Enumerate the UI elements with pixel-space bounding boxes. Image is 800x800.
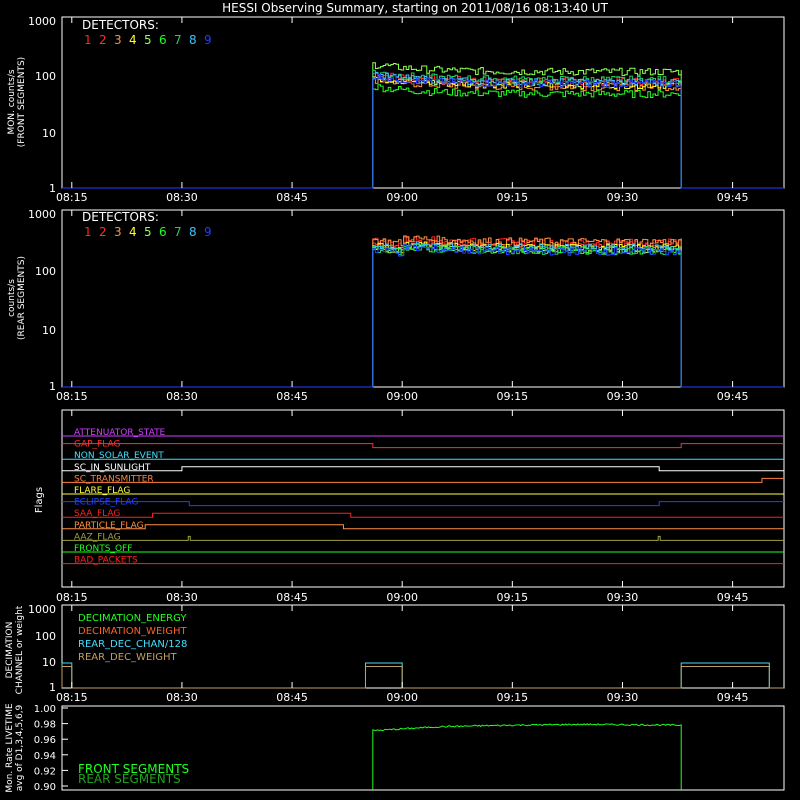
front-ytick-10: 10: [42, 127, 56, 140]
front-xtick-label: 09:15: [496, 191, 528, 204]
rear-legend-title: DETECTORS:: [82, 210, 159, 224]
rear-legend-digits: 123456789: [84, 225, 212, 239]
rear-detector-digit: 6: [159, 225, 167, 239]
livetime-ylabel-line2: avg of D1,3,4,5,6,9: [15, 704, 25, 791]
rear-xtick-label: 08:15: [56, 390, 88, 403]
front-detector-digit: 4: [129, 33, 137, 47]
hessi-summary-plot: HESSI Observing Summary, starting on 201…: [0, 0, 800, 800]
decimation-legend-item: DECIMATION_ENERGY: [78, 613, 187, 624]
livetime-ytick-label: 0.96: [34, 735, 56, 746]
decimation-xtick-label: 09:45: [717, 691, 749, 704]
flags-xtick-label: 08:30: [166, 591, 198, 604]
front-detector-digit: 2: [99, 33, 107, 47]
front-legend-digits: 123456789: [84, 33, 212, 47]
flag-label: SC_TRANSMITTER: [74, 474, 154, 484]
front-legend-title: DETECTORS:: [82, 18, 159, 32]
plot-title: HESSI Observing Summary, starting on 201…: [222, 1, 608, 15]
flags-xtick-label: 09:00: [386, 591, 418, 604]
rear-ytick-10: 10: [42, 324, 56, 337]
rear-ytick-100: 100: [35, 265, 56, 278]
rear-xtick-label: 09:45: [717, 390, 749, 403]
rear-detector-digit: 9: [204, 225, 212, 239]
decimation-legend-item: DECIMATION_WEIGHT: [78, 626, 187, 637]
livetime-ytick-label: 1.00: [34, 704, 56, 715]
rear-detector-digit: 8: [189, 225, 197, 239]
decimation-xtick-label: 09:00: [386, 691, 418, 704]
flag-label: FLARE_FLAG: [74, 486, 130, 496]
flags-ylabel: Flags: [34, 487, 45, 513]
front-ylabel-line2: (FRONT SEGMENTS): [17, 57, 27, 147]
front-xtick-label: 08:30: [166, 191, 198, 204]
front-ytick-1000: 1000: [28, 15, 56, 28]
flags-xtick-label: 09:45: [717, 591, 749, 604]
rear-ylabel-line2: (REAR SEGMENTS): [17, 256, 27, 340]
decimation-legend-item: REAR_DEC_CHAN/128: [78, 639, 187, 650]
flags-xtick-label: 09:15: [496, 591, 528, 604]
front-ytick-1: 1: [49, 182, 56, 195]
front-detector-digit: 9: [204, 33, 212, 47]
flag-label: SAA_FLAG: [74, 509, 120, 519]
rear-detector-digit: 5: [144, 225, 152, 239]
livetime-ytick-label: 0.90: [34, 782, 56, 793]
flags-xtick-label: 08:15: [56, 591, 88, 604]
front-ylabel-line1: MON. counts/s: [7, 69, 17, 134]
rear-detector-digit: 7: [174, 225, 182, 239]
flag-label: SC_IN_SUNLIGHT: [74, 463, 151, 473]
rear-xtick-label: 09:00: [386, 390, 418, 403]
rear-xtick-label: 09:15: [496, 390, 528, 403]
flag-label: GAP_FLAG: [74, 440, 120, 450]
flag-label: PARTICLE_FLAG: [74, 521, 144, 531]
rear-ytick-1: 1: [49, 380, 56, 393]
rear-xtick-label: 08:45: [276, 390, 308, 403]
decimation-ytick-1000: 1000: [28, 603, 56, 616]
decimation-legend-item: REAR_DEC_WEIGHT: [78, 652, 177, 663]
flags-xtick-label: 08:45: [276, 591, 308, 604]
livetime-ylabel-line1: Mon. Rate LIVETIME: [5, 703, 15, 793]
livetime-ytick-label: 0.92: [34, 766, 56, 777]
rear-detector-digit: 3: [114, 225, 122, 239]
front-ytick-100: 100: [35, 70, 56, 83]
livetime-legend-rear: REAR SEGMENTS: [78, 772, 181, 786]
decimation-xtick-label: 08:30: [166, 691, 198, 704]
front-detector-digit: 7: [174, 33, 182, 47]
front-detector-digit: 8: [189, 33, 197, 47]
rear-detector-digit: 4: [129, 225, 137, 239]
decimation-ytick-1: 1: [49, 681, 56, 694]
front-xtick-label: 08:15: [56, 191, 88, 204]
decimation-xtick-label: 08:15: [56, 691, 88, 704]
rear-ytick-1000: 1000: [28, 208, 56, 221]
front-xtick-label: 09:00: [386, 191, 418, 204]
decimation-xtick-label: 08:45: [276, 691, 308, 704]
rear-detector-digit: 1: [84, 225, 92, 239]
flag-label: NON_SOLAR_EVENT: [74, 451, 164, 461]
flag-label: BAD_PACKETS: [74, 556, 138, 566]
decimation-xtick-label: 09:15: [496, 691, 528, 704]
decimation-ytick-100: 100: [35, 630, 56, 643]
rear-xtick-label: 08:30: [166, 390, 198, 403]
livetime-ytick-label: 0.94: [34, 751, 56, 762]
livetime-ytick-label: 0.98: [34, 720, 56, 731]
decimation-ylabel-line2: CHANNEL or weight: [15, 605, 25, 694]
decimation-xtick-label: 09:30: [607, 691, 639, 704]
front-detector-digit: 1: [84, 33, 92, 47]
flag-label: ECLIPSE_FLAG: [74, 498, 138, 508]
decimation-ytick-10: 10: [42, 656, 56, 669]
front-xtick-label: 09:30: [607, 191, 639, 204]
rear-detector-digit: 2: [99, 225, 107, 239]
front-detector-digit: 3: [114, 33, 122, 47]
front-detector-digit: 5: [144, 33, 152, 47]
rear-ylabel-line1: counts/s: [7, 279, 17, 317]
decimation-ylabel-line1: DECIMATION: [5, 622, 15, 679]
front-xtick-label: 09:45: [717, 191, 749, 204]
flag-label: FRONTS_OFF: [74, 544, 132, 554]
flags-xtick-label: 09:30: [607, 591, 639, 604]
flag-label: AAZ_FLAG: [74, 532, 121, 542]
front-detector-digit: 6: [159, 33, 167, 47]
flag-label: ATTENUATOR_STATE: [74, 428, 166, 438]
front-xtick-label: 08:45: [276, 191, 308, 204]
rear-xtick-label: 09:30: [607, 390, 639, 403]
